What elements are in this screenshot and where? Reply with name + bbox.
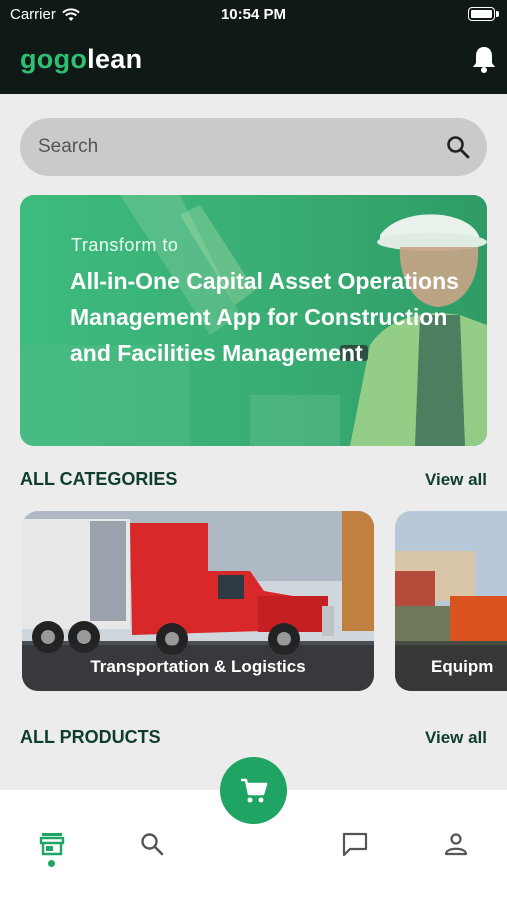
logo-part-lean: lean <box>87 44 143 74</box>
categories-title: ALL CATEGORIES <box>20 469 178 489</box>
app-logo[interactable]: gogolean <box>20 44 142 75</box>
category-carousel[interactable]: Transportation & Logistics Equipm <box>0 511 507 691</box>
banner-subtitle: Transform to <box>71 235 179 255</box>
bell-icon[interactable] <box>470 44 498 74</box>
search-placeholder: Search <box>38 136 99 157</box>
search-icon[interactable] <box>445 134 471 160</box>
category-caption: Equipm <box>395 645 507 691</box>
chat-icon[interactable] <box>341 830 369 858</box>
category-caption: Transportation & Logistics <box>22 645 374 691</box>
battery-icon <box>468 7 495 21</box>
category-card-transportation[interactable]: Transportation & Logistics <box>22 511 374 691</box>
status-bar: Carrier 10:54 PM <box>0 0 507 30</box>
cart-icon <box>241 778 268 803</box>
clock: 10:54 PM <box>220 6 287 23</box>
battery-tip <box>496 11 499 17</box>
search-bar[interactable]: Search <box>20 118 487 176</box>
categories-view-all-link[interactable]: View all <box>425 470 487 490</box>
logo-part-gogo: gogo <box>20 44 88 74</box>
banner-title: All-in-One Capital Asset Operations Mana… <box>70 268 459 366</box>
category-label: Equipm <box>431 657 494 676</box>
store-icon[interactable] <box>38 830 66 858</box>
category-card-equipment[interactable]: Equipm <box>395 511 507 691</box>
profile-icon[interactable] <box>442 830 470 858</box>
top-bar: Carrier 10:54 PM gogolean <box>0 0 507 94</box>
category-label: Transportation & Logistics <box>90 657 306 676</box>
search-icon[interactable] <box>138 830 166 858</box>
active-tab-indicator <box>48 860 55 867</box>
products-title: ALL PRODUCTS <box>20 727 161 747</box>
cart-button[interactable] <box>220 757 287 824</box>
products-view-all-link[interactable]: View all <box>425 728 487 748</box>
promo-banner[interactable]: Transform to All-in-One Capital Asset Op… <box>20 195 487 446</box>
